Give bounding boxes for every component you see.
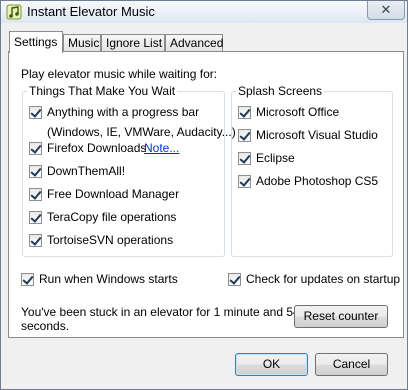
progress-bar-sublabel: (Windows, IE, VMWare, Audacity...)	[47, 125, 236, 139]
reset-counter-label: Reset counter	[303, 309, 379, 323]
cancel-label: Cancel	[332, 357, 371, 371]
tab-settings[interactable]: Settings	[9, 31, 63, 53]
checkbox-downthemall[interactable]	[29, 165, 42, 178]
tab-label: Settings	[14, 35, 58, 49]
tab-label: Ignore List	[106, 36, 163, 50]
window-title: Instant Elevator Music	[27, 4, 155, 19]
splash-group-title: Splash Screens	[236, 84, 325, 98]
tortoisesvn-label: TortoiseSVN operations	[47, 233, 174, 247]
run-on-startup-label: Run when Windows starts	[39, 272, 178, 286]
stuck-counter-text: You've been stuck in an elevator for 1 m…	[21, 305, 300, 319]
tab-label: Advanced	[170, 36, 224, 50]
checkbox-tortoisesvn[interactable]	[29, 234, 42, 247]
visual-studio-label: Microsoft Visual Studio	[256, 128, 378, 142]
checkbox-teracopy[interactable]	[29, 211, 42, 224]
checkbox-eclipse[interactable]	[238, 152, 251, 165]
stuck-counter-text-line2: seconds.	[21, 319, 70, 333]
checkbox-free-download-manager[interactable]	[29, 188, 42, 201]
checkbox-visual-studio[interactable]	[238, 129, 251, 142]
downthemall-label: DownThemAll!	[47, 164, 126, 178]
microsoft-office-label: Microsoft Office	[256, 105, 340, 119]
things-group-title: Things That Make You Wait	[27, 84, 178, 98]
photoshop-label: Adobe Photoshop CS5	[256, 174, 379, 188]
ok-button[interactable]: OK	[235, 353, 308, 376]
checkbox-photoshop[interactable]	[238, 175, 251, 188]
progress-bar-label: Anything with a progress bar	[47, 105, 200, 119]
ok-label: OK	[262, 357, 281, 371]
check-updates-label: Check for updates on startup	[246, 272, 401, 286]
checkbox-check-updates[interactable]	[228, 273, 241, 286]
intro-label: Play elevator music while waiting for:	[21, 67, 218, 81]
tab-label: Music	[68, 36, 100, 50]
reset-counter-button[interactable]: Reset counter	[294, 305, 388, 328]
dialog-window: Instant Elevator Music ✕ Settings Music …	[0, 0, 408, 390]
cancel-button[interactable]: Cancel	[315, 353, 388, 376]
checkbox-microsoft-office[interactable]	[238, 106, 251, 119]
free-download-manager-label: Free Download Manager	[47, 187, 180, 201]
tab-advanced[interactable]: Advanced	[165, 34, 223, 51]
checkbox-firefox-downloads[interactable]	[29, 142, 42, 155]
title-bar[interactable]: Instant Elevator Music ✕	[1, 1, 407, 23]
tab-music[interactable]: Music	[63, 34, 101, 51]
checkbox-run-on-startup[interactable]	[21, 273, 34, 286]
teracopy-label: TeraCopy file operations	[47, 210, 177, 224]
close-button[interactable]: ✕	[367, 1, 405, 20]
firefox-downloads-label: Firefox Downloads	[47, 141, 147, 155]
close-icon: ✕	[380, 2, 392, 17]
tab-ignore-list[interactable]: Ignore List	[101, 34, 165, 51]
checkbox-progress-bar[interactable]	[29, 106, 42, 119]
music-note-icon	[6, 4, 22, 20]
firefox-note-link[interactable]: Note...	[144, 141, 179, 155]
eclipse-label: Eclipse	[256, 151, 295, 165]
settings-panel: Play elevator music while waiting for: T…	[8, 51, 404, 338]
